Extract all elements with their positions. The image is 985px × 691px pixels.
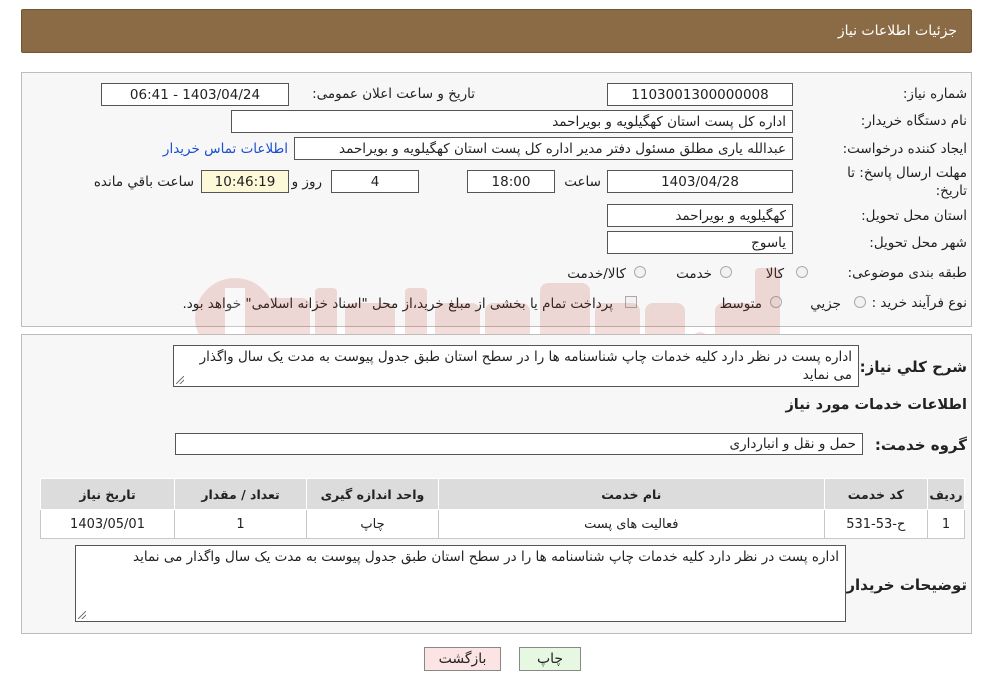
summary-label: شرح کلي نياز: bbox=[859, 358, 967, 376]
process-option-medium: متوسط bbox=[719, 296, 762, 312]
cell-service-code: ح-53-531 bbox=[823, 509, 928, 539]
process-option-minor: جزیي bbox=[810, 296, 841, 312]
category-label: طبقه بندی موضوعی: bbox=[847, 265, 967, 281]
service-group-label: گروه خدمت: bbox=[874, 436, 967, 454]
page-title: جزئیات اطلاعات نیاز bbox=[837, 23, 957, 39]
deadline-label-text: مهلت ارسال پاسخ: تا تاریخ: bbox=[847, 165, 967, 199]
deadline-time-field[interactable]: 18:00 bbox=[467, 170, 555, 193]
col-header-row: رديف bbox=[926, 478, 966, 510]
need-number-label: شماره نیاز: bbox=[902, 86, 967, 102]
city-label: شهر محل تحویل: bbox=[869, 235, 967, 251]
services-table: رديف کد خدمت نام خدمت واحد اندازه گیری ت… bbox=[39, 478, 966, 539]
cell-quantity: 1 bbox=[174, 509, 308, 539]
category-option-service: خدمت bbox=[676, 266, 712, 282]
col-header-date: تاریخ نیاز bbox=[39, 478, 176, 510]
province-label: استان محل تحویل: bbox=[861, 208, 967, 224]
category-radio-service[interactable] bbox=[720, 266, 732, 278]
process-radio-medium[interactable] bbox=[770, 296, 782, 308]
buyer-contact-link[interactable]: اطلاعات تماس خریدار bbox=[163, 141, 288, 157]
days-label: روز و bbox=[291, 174, 322, 190]
buyer-notes-label: توضیحات خریدار: bbox=[840, 576, 967, 594]
print-button[interactable]: چاپ bbox=[519, 647, 581, 671]
treasury-payment-checkbox[interactable] bbox=[625, 296, 637, 308]
process-type-label: نوع فرآیند خرید : bbox=[871, 295, 967, 311]
col-header-unit: واحد اندازه گیری bbox=[306, 478, 439, 510]
buyer-org-field[interactable]: اداره کل پست استان کهگیلویه و بویراحمد bbox=[231, 110, 793, 133]
cell-row-number: 1 bbox=[926, 509, 966, 539]
treasury-payment-note: پرداخت تمام یا بخشی از مبلغ خرید،از محل … bbox=[182, 296, 613, 312]
announce-datetime-label: تاریخ و ساعت اعلان عمومی: bbox=[312, 86, 475, 102]
process-radio-minor[interactable] bbox=[854, 296, 866, 308]
buyer-org-label: نام دستگاه خریدار: bbox=[860, 113, 967, 129]
resize-grip-icon[interactable] bbox=[78, 611, 86, 619]
back-button[interactable]: بازگشت bbox=[424, 647, 501, 671]
buyer-notes-textarea[interactable]: اداره پست در نظر دارد کلیه خدمات چاپ شنا… bbox=[75, 545, 846, 622]
need-number-field[interactable]: 1103001300000008 bbox=[607, 83, 793, 106]
col-header-code: کد خدمت bbox=[823, 478, 928, 510]
category-radio-goods[interactable] bbox=[796, 266, 808, 278]
deadline-label: مهلت ارسال پاسخ: تا تاریخ: bbox=[817, 164, 967, 200]
category-option-goods-service: کالا/خدمت bbox=[567, 266, 626, 282]
cell-service-name: فعالیت های پست bbox=[437, 509, 825, 539]
summary-text: اداره پست در نظر دارد کلیه خدمات چاپ شنا… bbox=[199, 349, 852, 383]
deadline-date-field[interactable]: 1403/04/28 bbox=[607, 170, 793, 193]
city-field[interactable]: یاسوج bbox=[607, 231, 793, 254]
page-header: جزئیات اطلاعات نیاز bbox=[21, 9, 972, 53]
services-section-title: اطلاعات خدمات مورد نياز bbox=[785, 397, 967, 413]
creator-field[interactable]: عبدالله یاری مطلق مسئول دفتر مدیر اداره … bbox=[294, 137, 793, 160]
table-row[interactable]: 1 ح-53-531 فعالیت های پست چاپ 1 1403/05/… bbox=[39, 509, 966, 539]
cell-need-date: 1403/05/01 bbox=[39, 509, 176, 539]
cell-unit: چاپ bbox=[306, 509, 439, 539]
days-remaining-field[interactable]: 4 bbox=[331, 170, 419, 193]
buyer-notes-text: اداره پست در نظر دارد کلیه خدمات چاپ شنا… bbox=[133, 549, 839, 565]
category-radio-goods-service[interactable] bbox=[634, 266, 646, 278]
deadline-time-label: ساعت bbox=[564, 174, 601, 190]
announce-datetime-field[interactable]: 1403/04/24 - 06:41 bbox=[101, 83, 289, 106]
resize-grip-icon[interactable] bbox=[176, 376, 184, 384]
province-field[interactable]: کهگیلویه و بویراحمد bbox=[607, 204, 793, 227]
remaining-time-label: ساعت باقي مانده bbox=[93, 174, 194, 190]
remaining-time-field[interactable]: 10:46:19 bbox=[201, 170, 289, 193]
category-option-goods: کالا bbox=[765, 266, 784, 282]
col-header-quantity: تعداد / مقدار bbox=[174, 478, 308, 510]
summary-textarea[interactable]: اداره پست در نظر دارد کلیه خدمات چاپ شنا… bbox=[173, 345, 859, 387]
service-group-field[interactable]: حمل و نقل و انبارداری bbox=[175, 433, 863, 455]
col-header-service-name: نام خدمت bbox=[437, 478, 825, 510]
creator-label: ایجاد کننده درخواست: bbox=[842, 141, 967, 157]
table-header-row: رديف کد خدمت نام خدمت واحد اندازه گیری ت… bbox=[39, 478, 966, 510]
